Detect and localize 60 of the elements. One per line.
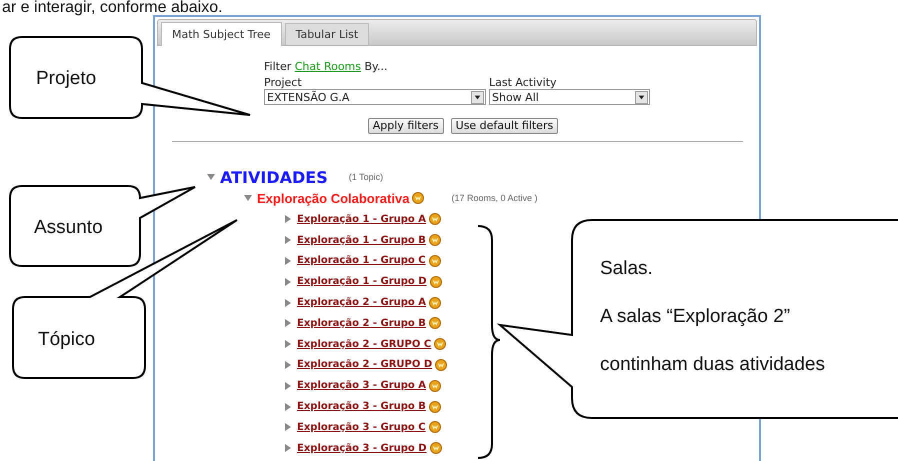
field-label: Last Activity	[489, 76, 558, 89]
topic-title[interactable]: Exploração Colaborativa	[257, 190, 410, 206]
callout-text: Tópico	[38, 329, 96, 351]
room-link[interactable]: Exploração 3 - Grupo C	[297, 422, 426, 433]
room-link[interactable]: Exploração 1 - Grupo A	[297, 214, 426, 225]
coin-icon	[429, 296, 442, 309]
room-link[interactable]: Exploração 2 - GRUPO D	[297, 359, 432, 370]
filter-button[interactable]: Use default filters	[450, 118, 558, 134]
room-link[interactable]: Exploração 3 - Grupo D	[297, 442, 427, 454]
tab[interactable]: Tabular List	[284, 23, 370, 45]
dropdown[interactable]: EXTENSÃO G.A	[264, 89, 486, 105]
coin-icon	[412, 192, 424, 204]
coin-icon	[428, 317, 441, 330]
room-link[interactable]: Exploração 2 - Grupo A	[297, 297, 426, 308]
coin-icon	[429, 213, 442, 226]
callout-text: Projeto	[36, 68, 96, 90]
expander-icon[interactable]	[284, 256, 292, 265]
coin-icon	[430, 276, 442, 288]
callout-text: Salas.	[600, 258, 654, 280]
expander-icon[interactable]	[284, 236, 292, 244]
expander-icon[interactable]	[284, 319, 292, 328]
field-label: Project	[264, 76, 303, 89]
callout-text: continham duas atividades	[600, 354, 825, 376]
chat-rooms-link[interactable]: Chat Rooms	[294, 60, 362, 73]
expander-icon[interactable]	[284, 278, 292, 286]
callout-text: Assunto	[34, 217, 103, 239]
topic-count: (1 Topic)	[348, 172, 384, 182]
expander-icon[interactable]	[207, 173, 215, 181]
filter-caption: Filter Chat Rooms By...	[264, 60, 388, 73]
room-link[interactable]: Exploração 1 - Grupo B	[297, 234, 426, 246]
coin-icon	[428, 234, 441, 246]
room-link[interactable]: Exploração 1 - Grupo D	[297, 276, 427, 288]
document-text: ar e interagir, conforme abaixo.	[1, 0, 224, 15]
room-link[interactable]: Exploração 1 - Grupo C	[297, 255, 426, 266]
expander-icon[interactable]	[284, 298, 292, 307]
filter-button[interactable]: Apply filters	[368, 118, 444, 134]
room-link[interactable]: Exploração 3 - Grupo A	[297, 380, 426, 392]
coin-icon	[434, 338, 446, 350]
coin-icon	[435, 358, 448, 371]
coin-icon	[428, 400, 441, 413]
expander-icon[interactable]	[284, 382, 292, 390]
room-link[interactable]: Exploração 3 - Grupo B	[297, 401, 426, 412]
expander-icon[interactable]	[284, 402, 292, 411]
coin-icon	[428, 421, 441, 434]
callout-text: A salas “Exploração 2”	[600, 306, 792, 328]
room-link[interactable]: Exploração 2 - GRUPO C	[297, 338, 432, 350]
expander-icon[interactable]	[284, 360, 292, 369]
subject-title[interactable]: ATIVIDADES	[220, 168, 328, 186]
coin-icon	[428, 254, 441, 267]
dropdown[interactable]: Show All	[489, 89, 650, 105]
expander-icon[interactable]	[244, 194, 252, 202]
room-link[interactable]: Exploração 2 - Grupo B	[297, 318, 426, 329]
expander-icon[interactable]	[284, 215, 292, 224]
coin-icon	[429, 380, 442, 392]
room-count: (17 Rooms, 0 Active )	[451, 193, 538, 203]
expander-icon[interactable]	[284, 444, 292, 452]
expander-icon[interactable]	[284, 423, 292, 432]
expander-icon[interactable]	[284, 340, 292, 348]
coin-icon	[430, 442, 442, 454]
tab[interactable]: Math Subject Tree	[161, 22, 282, 46]
